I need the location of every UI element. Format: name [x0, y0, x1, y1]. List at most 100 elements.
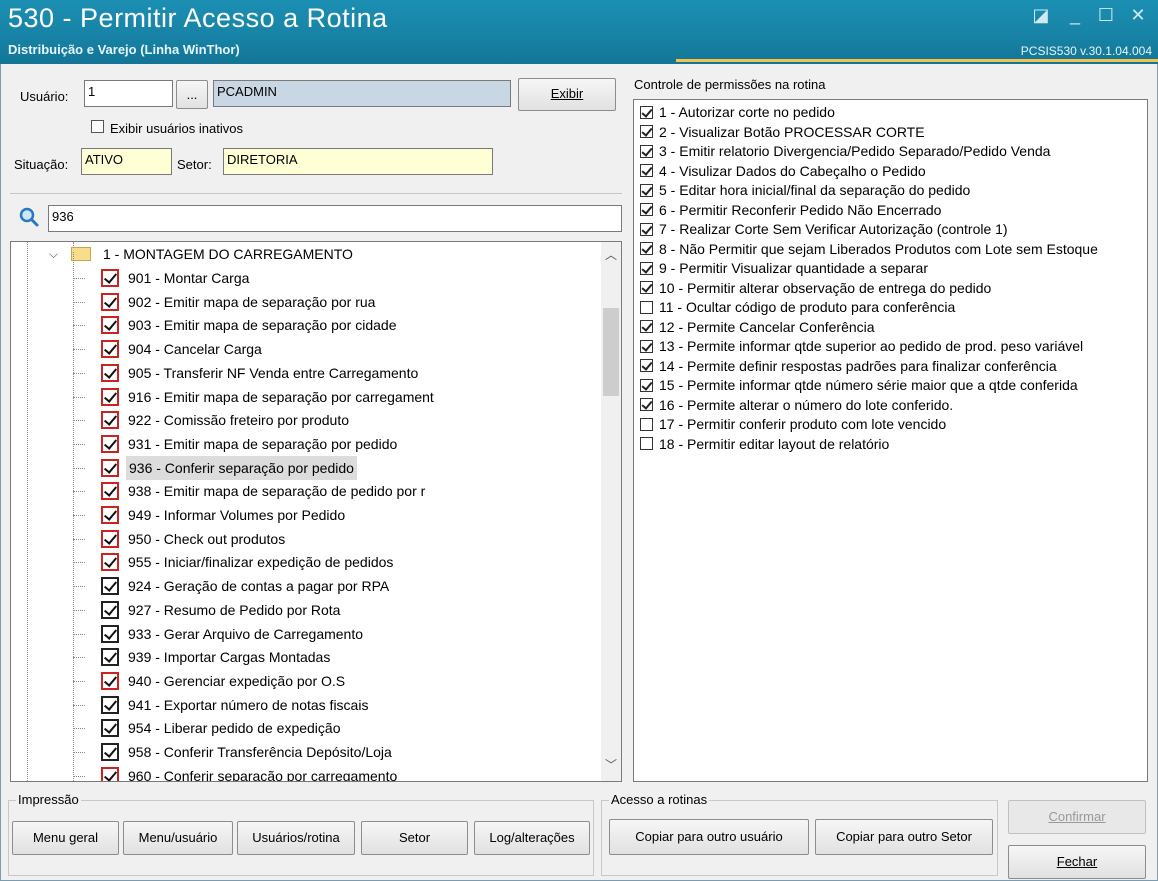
- tree-item-checkbox[interactable]: [101, 316, 119, 335]
- permission-item[interactable]: 16 - Permite alterar o número do lote co…: [640, 396, 953, 416]
- exibir-button-label: Exibir: [550, 86, 584, 101]
- tree-item-label: 922 - Comissão freteiro por produto: [128, 412, 349, 429]
- permission-item[interactable]: 1 - Autorizar corte no pedido: [640, 103, 835, 123]
- tree-item-checkbox[interactable]: [101, 411, 119, 430]
- tree-line: [73, 443, 85, 445]
- tree-item-checkbox[interactable]: [101, 671, 119, 690]
- tree-item-checkbox[interactable]: [101, 292, 119, 311]
- tree-line: [73, 704, 85, 706]
- confirmar-button[interactable]: Confirmar: [1008, 800, 1146, 834]
- permission-item[interactable]: 13 - Permite informar qtde superior ao p…: [640, 337, 1083, 357]
- tree-item-checkbox[interactable]: [101, 695, 119, 714]
- permission-checkbox[interactable]: [640, 320, 653, 334]
- permission-item[interactable]: 9 - Permitir Visualizar quantidade a sep…: [640, 259, 928, 279]
- permission-item[interactable]: 18 - Permitir editar layout de relatório: [640, 435, 889, 455]
- permission-checkbox[interactable]: [640, 398, 653, 412]
- tree-item-checkbox[interactable]: [101, 458, 119, 477]
- tree-item-checkbox[interactable]: [101, 719, 119, 738]
- permission-item[interactable]: 11 - Ocultar código de produto para conf…: [640, 298, 955, 318]
- permission-item[interactable]: 15 - Permite informar qtde número série …: [640, 376, 1078, 396]
- permission-label: 12 - Permite Cancelar Conferência: [659, 318, 875, 335]
- permission-item[interactable]: 14 - Permite definir respostas padrões p…: [640, 357, 1057, 377]
- permission-checkbox[interactable]: [640, 281, 653, 295]
- tree-item-checkbox[interactable]: [101, 482, 119, 501]
- search-input[interactable]: 936: [48, 205, 622, 232]
- permission-checkbox[interactable]: [640, 183, 653, 197]
- permission-checkbox[interactable]: [640, 203, 653, 217]
- permission-checkbox[interactable]: [640, 105, 653, 119]
- permission-checkbox[interactable]: [640, 222, 653, 236]
- setor-button[interactable]: Setor: [361, 821, 468, 855]
- routine-tree[interactable]: ⌵ 1 - MONTAGEM DO CARREGAMENTO 901 - Mon…: [10, 241, 622, 782]
- usuario-input[interactable]: 1: [84, 80, 173, 107]
- scroll-down-icon[interactable]: ﹀: [605, 756, 617, 773]
- tree-item-checkbox[interactable]: [101, 340, 119, 359]
- tree-item-checkbox[interactable]: [101, 269, 119, 287]
- tree-item-label: 902 - Emitir mapa de separação por rua: [128, 293, 376, 310]
- permission-checkbox[interactable]: [640, 242, 653, 256]
- permission-checkbox[interactable]: [640, 339, 653, 353]
- tree-item-label: 940 - Gerenciar expedição por O.S: [128, 672, 346, 689]
- copiar-usuario-button[interactable]: Copiar para outro usuário: [609, 819, 809, 855]
- minimize-icon[interactable]: _: [1064, 4, 1086, 26]
- menu-usuario-button[interactable]: Menu/usuário: [123, 821, 233, 855]
- permission-item[interactable]: 3 - Emitir relatorio Divergencia/Pedido …: [640, 142, 1050, 162]
- tree-item-checkbox[interactable]: [101, 387, 119, 406]
- permission-checkbox[interactable]: [640, 378, 653, 392]
- tree-item-label: 958 - Conferir Transferência Depósito/Lo…: [128, 744, 392, 760]
- scroll-thumb[interactable]: [603, 308, 619, 396]
- tree-item-checkbox[interactable]: [101, 434, 119, 453]
- exibir-button[interactable]: Exibir: [518, 78, 616, 111]
- tree-item-checkbox[interactable]: [101, 624, 119, 643]
- permission-checkbox[interactable]: [640, 417, 653, 431]
- user-name-field: PCADMIN: [213, 80, 511, 107]
- permission-item[interactable]: 17 - Permitir conferir produto com lote …: [640, 415, 946, 435]
- tree-item-checkbox[interactable]: [101, 363, 119, 382]
- tree-line: [73, 633, 85, 635]
- log-alteracoes-button[interactable]: Log/alterações: [474, 821, 590, 855]
- close-icon[interactable]: ✕: [1127, 4, 1149, 26]
- permission-item[interactable]: 5 - Editar hora inicial/final da separaç…: [640, 181, 970, 201]
- permission-checkbox[interactable]: [640, 300, 653, 314]
- copiar-setor-button[interactable]: Copiar para outro Setor: [815, 819, 993, 855]
- tree-item-checkbox[interactable]: [101, 577, 119, 596]
- restore-icon[interactable]: ◪: [1030, 4, 1052, 26]
- permissions-header: Controle de permissões na rotina: [634, 77, 826, 92]
- permission-item[interactable]: 4 - Visulizar Dados do Cabeçalho o Pedid…: [640, 162, 926, 182]
- permission-checkbox[interactable]: [640, 144, 653, 158]
- permission-checkbox[interactable]: [640, 261, 653, 275]
- usuario-label: Usuário:: [20, 89, 69, 104]
- maximize-icon[interactable]: ☐: [1095, 4, 1117, 26]
- permission-item[interactable]: 12 - Permite Cancelar Conferência: [640, 318, 875, 338]
- tree-item-checkbox[interactable]: [101, 766, 119, 781]
- tree-item-checkbox[interactable]: [101, 553, 119, 572]
- usuarios-rotina-button[interactable]: Usuários/rotina: [237, 821, 355, 855]
- permission-item[interactable]: 8 - Não Permitir que sejam Liberados Pro…: [640, 240, 1098, 260]
- tree-item-checkbox[interactable]: [101, 600, 119, 619]
- tree-item-checkbox[interactable]: [101, 506, 119, 524]
- tree-line: [73, 301, 85, 303]
- scroll-up-icon[interactable]: ︿: [605, 246, 617, 263]
- permission-checkbox[interactable]: [640, 359, 653, 373]
- menu-geral-button[interactable]: Menu geral: [12, 821, 119, 855]
- impressao-label: Impressão: [16, 792, 81, 807]
- permission-item[interactable]: 2 - Visualizar Botão PROCESSAR CORTE: [640, 123, 925, 143]
- search-icon: [19, 207, 39, 227]
- permissions-list[interactable]: 1 - Autorizar corte no pedido 2 - Visuali…: [633, 99, 1148, 782]
- tree-item-checkbox[interactable]: [101, 648, 119, 667]
- permission-checkbox[interactable]: [640, 437, 653, 451]
- user-lookup-button[interactable]: ...: [176, 80, 208, 109]
- tree-item-checkbox[interactable]: [101, 529, 119, 548]
- permission-item[interactable]: 7 - Realizar Corte Sem Verificar Autoriz…: [640, 220, 1008, 240]
- permission-item[interactable]: 10 - Permitir alterar observação de entr…: [640, 279, 991, 299]
- chevron-down-icon[interactable]: ⌵: [49, 242, 58, 266]
- inativos-checkbox[interactable]: [91, 120, 104, 133]
- fechar-button[interactable]: Fechar: [1008, 845, 1146, 879]
- tree-item-label: 905 - Transferir NF Venda entre Carregam…: [128, 364, 419, 381]
- permission-item[interactable]: 6 - Permitir Reconferir Pedido Não Encer…: [640, 201, 941, 221]
- permission-checkbox[interactable]: [640, 164, 653, 178]
- permission-label: 9 - Permitir Visualizar quantidade a sep…: [659, 260, 928, 276]
- tree-item-checkbox[interactable]: [101, 743, 119, 761]
- tree-scrollbar[interactable]: ︿ ﹀: [601, 242, 621, 781]
- permission-checkbox[interactable]: [640, 125, 653, 139]
